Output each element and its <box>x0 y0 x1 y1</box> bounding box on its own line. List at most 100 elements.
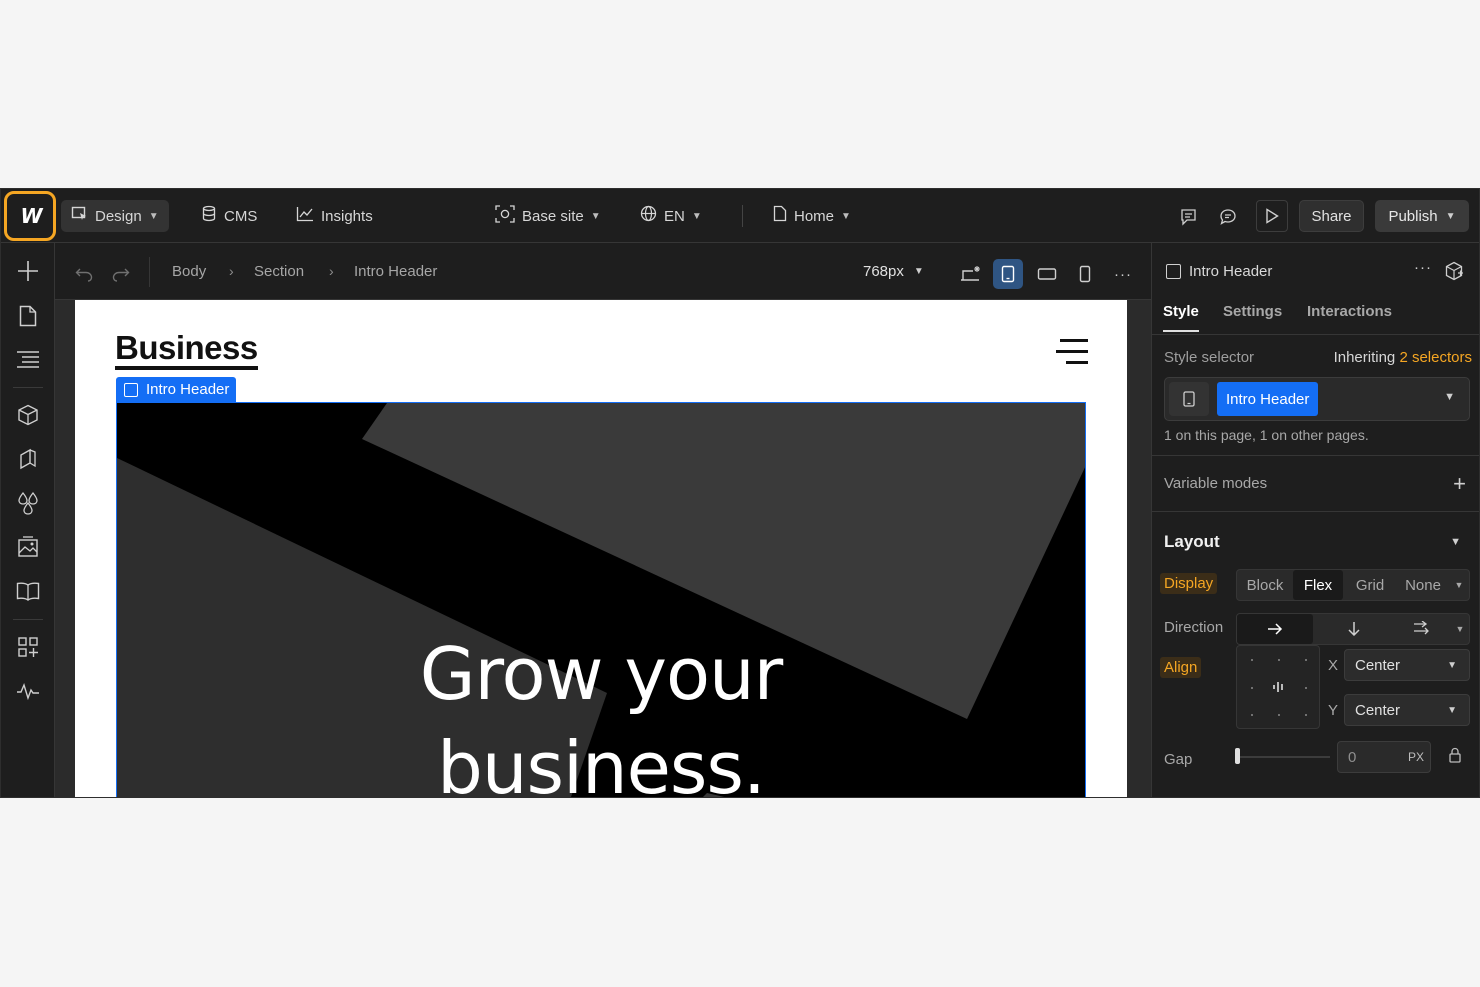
class-chip[interactable]: Intro Header <box>1217 382 1319 416</box>
display-segmented-control: Block Flex Grid None ▼ <box>1236 569 1470 601</box>
tab-style[interactable]: Style <box>1163 303 1199 332</box>
cms-button[interactable]: CMS <box>191 200 267 232</box>
page-selector[interactable]: Home ▼ <box>763 200 861 232</box>
base-site-selector[interactable]: Base site ▼ <box>485 200 611 232</box>
chevron-down-icon[interactable]: ▼ <box>1450 536 1461 548</box>
cursor-box-icon <box>71 205 88 227</box>
breadcrumb-intro-header[interactable]: Intro Header <box>354 263 437 280</box>
gap-slider-track[interactable] <box>1236 756 1330 758</box>
menu-hamburger-icon[interactable] <box>1056 339 1088 365</box>
style-selectors-icon[interactable] <box>14 489 42 517</box>
page-label: Home <box>794 207 835 225</box>
mobile-portrait-icon[interactable] <box>1070 259 1100 289</box>
chevron-down-icon[interactable]: ▼ <box>1449 570 1469 600</box>
component-cube-icon[interactable] <box>1444 261 1464 286</box>
arrow-right-icon[interactable] <box>1237 614 1313 644</box>
apps-icon[interactable] <box>14 633 42 661</box>
more-options-icon[interactable]: ··· <box>1108 259 1138 289</box>
chevron-down-icon: ▼ <box>841 210 851 222</box>
style-selector-label: Style selector <box>1164 349 1255 366</box>
element-box-icon <box>1166 264 1181 279</box>
activity-icon[interactable] <box>14 677 42 705</box>
left-sidebar <box>1 243 55 797</box>
undo-icon[interactable] <box>69 259 99 289</box>
pages-icon[interactable] <box>14 302 42 330</box>
canvas-width-selector[interactable]: 768px ▼ <box>863 263 924 280</box>
direction-label: Direction <box>1164 619 1224 636</box>
preview-play-icon[interactable] <box>1256 200 1288 232</box>
globe-icon <box>640 205 657 227</box>
arrow-down-icon[interactable] <box>1317 614 1391 644</box>
design-mode-label: Design <box>95 207 142 225</box>
hero-heading[interactable]: Grow your business. <box>117 627 1085 798</box>
tab-settings[interactable]: Settings <box>1223 303 1282 320</box>
brand-logo-text[interactable]: Business <box>115 330 258 370</box>
lock-icon[interactable] <box>1448 747 1462 766</box>
display-grid-option[interactable]: Grid <box>1343 570 1397 600</box>
chevron-down-icon: ▼ <box>148 210 159 222</box>
target-icon <box>495 204 515 228</box>
align-x-select[interactable]: Center ▼ <box>1344 649 1470 681</box>
inheriting-count: 2 selectors <box>1399 349 1472 366</box>
panel-divider <box>1152 455 1479 456</box>
design-canvas[interactable]: Business Intro Header Grow your business… <box>55 300 1151 798</box>
display-block-option[interactable]: Block <box>1237 570 1293 600</box>
display-none-option[interactable]: None <box>1397 570 1449 600</box>
tablet-breakpoint-icon <box>1169 382 1209 416</box>
align-x-value: Center <box>1355 656 1401 674</box>
assets-image-icon[interactable] <box>14 533 42 561</box>
align-x-label: X <box>1328 657 1339 674</box>
language-selector[interactable]: EN ▼ <box>630 200 712 232</box>
language-label: EN <box>664 207 685 225</box>
chevron-down-icon[interactable]: ▼ <box>1444 391 1455 403</box>
align-y-select[interactable]: Center ▼ <box>1344 694 1470 726</box>
tablet-breakpoint-icon[interactable] <box>993 259 1023 289</box>
design-mode-button[interactable]: Design ▼ <box>61 200 169 232</box>
variable-modes-row: Variable modes + <box>1164 471 1472 496</box>
breadcrumb-body[interactable]: Body <box>172 263 206 280</box>
inheriting-info[interactable]: Inheriting 2 selectors <box>1334 349 1472 366</box>
publish-button[interactable]: Publish ▼ <box>1375 200 1469 232</box>
insights-button[interactable]: Insights <box>286 200 383 232</box>
tab-interactions[interactable]: Interactions <box>1307 303 1392 320</box>
comment-icon[interactable] <box>1214 203 1242 231</box>
align-label[interactable]: Align <box>1160 657 1202 678</box>
gap-unit[interactable]: PX <box>1408 750 1424 764</box>
variables-icon[interactable] <box>14 445 42 473</box>
top-toolbar: W Design ▼ CMS Insights Base site ▼ EN ▼… <box>1 189 1479 243</box>
alignment-grid[interactable] <box>1236 645 1320 729</box>
cms-book-icon[interactable] <box>14 577 42 605</box>
webflow-logo: W <box>20 204 42 228</box>
components-icon[interactable] <box>14 401 42 429</box>
hero-heading-line-2: business. <box>437 726 766 798</box>
more-options-icon[interactable]: ··· <box>1414 259 1432 276</box>
comments-list-icon[interactable] <box>1175 203 1203 231</box>
gap-slider-handle[interactable] <box>1235 748 1240 764</box>
selected-element-tag[interactable]: Intro Header <box>116 377 237 402</box>
inheriting-text: Inheriting <box>1333 349 1396 366</box>
display-label[interactable]: Display <box>1160 573 1218 594</box>
navigator-icon[interactable] <box>14 345 42 373</box>
desktop-breakpoint-icon[interactable] <box>955 259 985 289</box>
redo-icon[interactable] <box>106 259 136 289</box>
display-flex-option[interactable]: Flex <box>1293 570 1343 600</box>
add-icon[interactable]: + <box>1453 471 1466 497</box>
intro-header-section[interactable]: Grow your business. <box>116 402 1086 798</box>
gap-value: 0 <box>1348 748 1357 766</box>
webflow-logo-button[interactable]: W <box>4 191 56 241</box>
align-y-value: Center <box>1355 701 1401 719</box>
mobile-landscape-icon[interactable] <box>1032 259 1062 289</box>
element-box-icon <box>124 382 138 397</box>
breadcrumb-section[interactable]: Section <box>254 263 304 280</box>
selector-usage-note: 1 on this page, 1 on other pages. <box>1164 427 1369 443</box>
chevron-down-icon[interactable]: ▼ <box>1451 614 1469 644</box>
style-selector-field[interactable]: Intro Header ▼ <box>1164 377 1470 421</box>
add-elements-icon[interactable] <box>14 257 42 285</box>
share-button[interactable]: Share <box>1299 200 1364 232</box>
hero-heading-line-1: Grow your <box>419 632 784 716</box>
layout-section-title[interactable]: Layout <box>1164 532 1220 552</box>
panel-divider <box>1152 511 1479 512</box>
gap-input[interactable]: 0 PX <box>1337 741 1431 773</box>
wrap-icon[interactable] <box>1393 614 1451 644</box>
page-preview[interactable]: Business Intro Header Grow your business… <box>75 300 1127 798</box>
